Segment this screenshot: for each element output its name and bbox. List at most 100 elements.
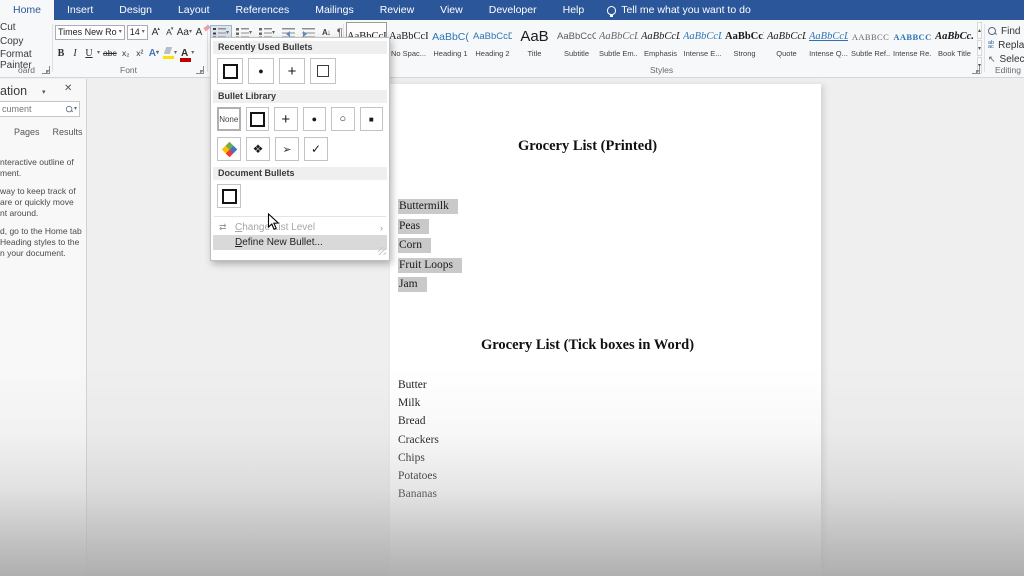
strikethrough-button[interactable]: abc [102, 46, 118, 61]
ribbon-tab[interactable]: View [427, 0, 476, 20]
navigation-options-icon[interactable]: ▾ [42, 88, 46, 96]
replace-button[interactable]: abacReplace [988, 38, 1024, 52]
style-cell[interactable]: AaBbCcL Quote [766, 22, 807, 62]
styles-scroll-down-button[interactable]: ▾ [977, 40, 982, 57]
style-cell[interactable]: AaBbCcD Heading 2 [472, 22, 513, 62]
ribbon-tab[interactable]: Layout [165, 0, 223, 20]
increase-indent-icon [302, 28, 315, 38]
text-effects-button[interactable]: A▾ [148, 46, 160, 61]
bullet-tile[interactable]: ■ [360, 107, 384, 131]
bullet-tile[interactable] [217, 58, 243, 84]
ribbon-tab[interactable]: Help [550, 0, 598, 20]
search-input[interactable]: cument ▾ [0, 101, 80, 117]
style-cell[interactable]: AaBbCcL Intense Q... [808, 22, 849, 62]
search-icon [988, 27, 997, 36]
italic-button[interactable]: I [69, 46, 81, 61]
list-item[interactable]: Crackers [398, 434, 439, 452]
bullet-tile[interactable]: ✓ [304, 137, 328, 161]
superscript-button[interactable]: x² [134, 46, 146, 61]
change-case-button[interactable]: Aa▾ [178, 25, 191, 40]
editing-group: Find abacReplace ↖Select [988, 24, 1024, 66]
list-item[interactable]: Milk [398, 397, 439, 415]
bullet-tile[interactable]: + [274, 107, 298, 131]
bullet-tile[interactable]: + [279, 58, 305, 84]
style-cell[interactable]: AaBbCcL Intense E... [682, 22, 723, 62]
close-icon[interactable]: ✕ [64, 83, 72, 94]
bullet-tile[interactable] [217, 137, 241, 161]
ribbon-tab[interactable]: Review [367, 0, 427, 20]
copy-button[interactable]: Copy [0, 36, 52, 48]
style-cell[interactable]: AaBbCcI Strong [724, 22, 765, 62]
numbered-list-icon [236, 28, 249, 38]
ribbon-tab[interactable]: Mailings [302, 0, 367, 20]
list-item-selected[interactable]: Jam [398, 278, 462, 298]
styles-dialog-launcher-icon[interactable] [972, 66, 980, 74]
navigation-tab[interactable]: Pages [14, 127, 40, 137]
style-cell[interactable]: AaB Title [514, 22, 555, 62]
list-item[interactable]: Chips [398, 452, 439, 470]
clipboard-group-label: oard [18, 65, 35, 75]
ribbon-tab[interactable]: References [223, 0, 303, 20]
bullet-tile[interactable]: ➢ [275, 137, 299, 161]
bullet-tile[interactable]: ○ [331, 107, 355, 131]
define-new-bullet-item[interactable]: Define New Bullet... [213, 235, 387, 250]
chevron-down-icon: ▾ [272, 30, 275, 36]
ribbon-tab[interactable]: Developer [476, 0, 550, 20]
font-size-select[interactable]: 14 ▾ [127, 25, 148, 40]
style-preview: AABBCC [893, 27, 932, 47]
bullet-tile[interactable]: ● [303, 107, 327, 131]
navigation-tab[interactable]: Results [53, 127, 83, 137]
underline-button[interactable]: U [83, 46, 95, 61]
list-item[interactable]: Butter [398, 379, 439, 397]
style-cell[interactable]: AaBbCcC Subtitle [556, 22, 597, 62]
bullet-library-row-1: None +●○■ [213, 106, 387, 136]
list-item-selected[interactable]: Fruit Loops [398, 259, 462, 279]
bullet-tile[interactable] [246, 107, 270, 131]
font-color-button[interactable]: A▾ [180, 46, 195, 61]
format-painter-button[interactable]: Format Painter [0, 49, 52, 61]
list-item[interactable]: Bread [398, 415, 439, 433]
ribbon-tab[interactable]: Design [106, 0, 165, 20]
style-cell[interactable]: AaBbCcI No Spac... [388, 22, 429, 62]
bullet-tile[interactable]: None [217, 107, 241, 131]
style-cell[interactable]: AaBbCc. Book Title [934, 22, 975, 62]
bullet-tile[interactable]: ● [248, 58, 274, 84]
list-item[interactable]: Bananas [398, 488, 439, 506]
bullet-tile[interactable] [310, 58, 336, 84]
chevron-down-icon: ▾ [119, 29, 122, 35]
style-cell[interactable]: AaBbC( Heading 1 [430, 22, 471, 62]
highlight-color-button[interactable]: ▾ [162, 46, 178, 61]
clipboard-dialog-launcher-icon[interactable] [42, 66, 50, 74]
bold-button[interactable]: B [55, 46, 67, 61]
bullet-tile[interactable] [217, 184, 241, 208]
font-name-select[interactable]: Times New Ro ▾ [55, 25, 125, 40]
tell-me-box[interactable]: Tell me what you want to do [597, 0, 761, 20]
style-cell[interactable]: AABBCC Subtle Ref... [850, 22, 891, 62]
cut-button[interactable]: Cut [0, 22, 52, 34]
list-item[interactable]: Potatoes [398, 470, 439, 488]
bullet-tile[interactable]: ❖ [246, 137, 270, 161]
style-cell[interactable]: AABBCC Intense Re... [892, 22, 933, 62]
resize-grip[interactable] [378, 247, 386, 255]
style-cell[interactable]: AaBbCcL Subtle Em... [598, 22, 639, 62]
find-button[interactable]: Find [988, 24, 1024, 38]
font-dialog-launcher-icon[interactable] [196, 66, 204, 74]
change-list-level-item[interactable]: ⇄ Change List Level › [213, 220, 387, 235]
chevron-down-icon[interactable]: ▾ [97, 50, 100, 56]
style-cell[interactable]: AaBbCcL Emphasis [640, 22, 681, 62]
word-window: HomeInsertDesignLayoutReferencesMailings… [0, 0, 1024, 576]
clear-formatting-button[interactable]: A [193, 25, 205, 40]
styles-scroll-up-button[interactable]: ▴ [977, 22, 982, 39]
subscript-button[interactable]: x₂ [120, 46, 132, 61]
list-item-selected[interactable]: Buttermilk [398, 200, 462, 220]
list-item-selected[interactable]: Corn [398, 239, 462, 259]
document-page[interactable]: Grocery List (Printed) ButtermilkPeasCor… [390, 84, 821, 576]
list-item-selected[interactable]: Peas [398, 220, 462, 240]
multilevel-list-icon [259, 28, 272, 38]
style-label: Book Title [935, 49, 974, 58]
select-button[interactable]: ↖Select [988, 52, 1024, 66]
shrink-font-button[interactable]: A▾ [164, 25, 176, 40]
grow-font-button[interactable]: A▴ [150, 25, 162, 40]
ribbon-tab[interactable]: Insert [54, 0, 106, 20]
ribbon-tab[interactable]: Home [0, 0, 54, 20]
